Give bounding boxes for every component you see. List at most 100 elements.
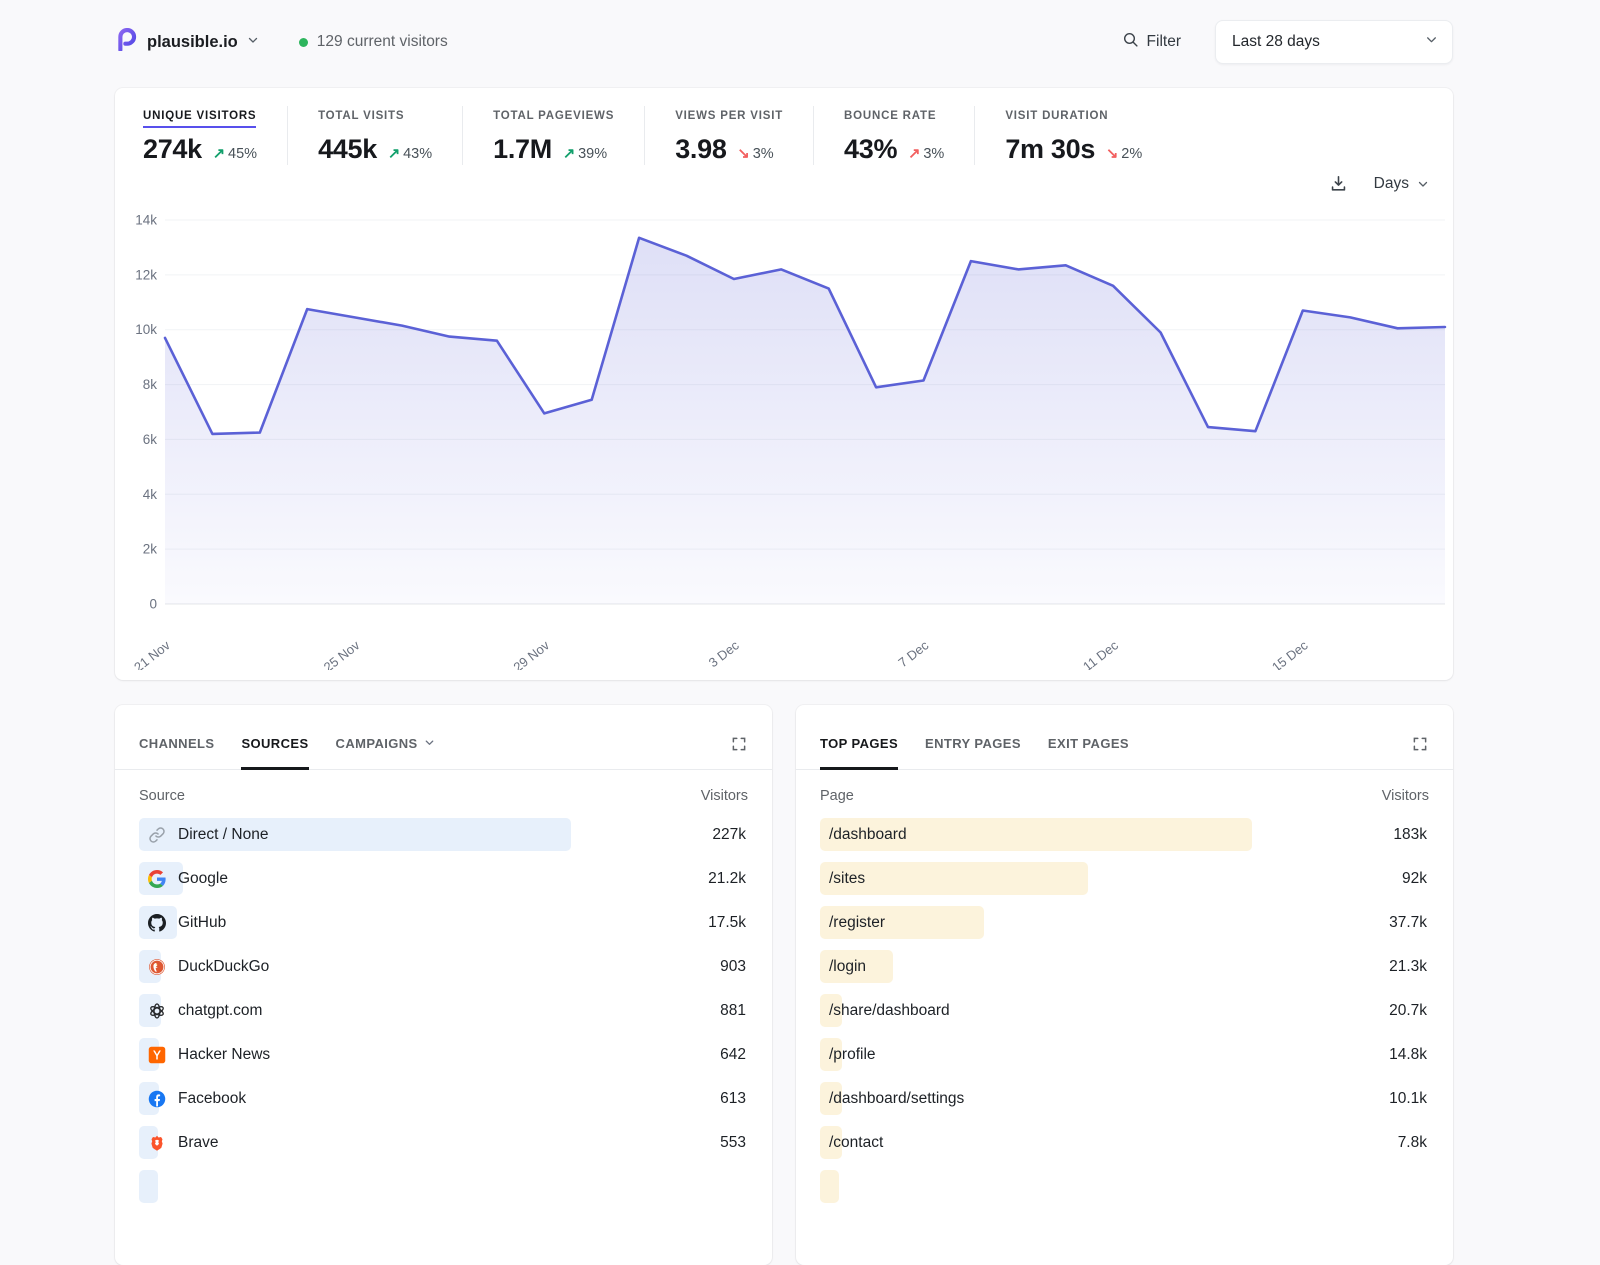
stat-value: 274k <box>143 134 202 165</box>
value-bar <box>139 1170 158 1203</box>
list-row: GitHub 17.5k <box>139 906 748 939</box>
row-label[interactable]: /share/dashboard <box>829 1002 950 1020</box>
row-label[interactable]: /register <box>829 914 885 932</box>
date-range-value: Last 28 days <box>1232 33 1320 51</box>
row-label[interactable]: /contact <box>829 1134 883 1152</box>
row-value: 14.8k <box>1389 1046 1427 1064</box>
expand-icon[interactable] <box>730 735 748 769</box>
list-row: Direct / None 227k <box>139 818 748 851</box>
list-row: /contact 7.8k <box>820 1126 1429 1159</box>
row-value: 37.7k <box>1389 914 1427 932</box>
arrow-up-icon: ↗ <box>213 146 225 162</box>
download-icon[interactable] <box>1329 174 1348 193</box>
row-label[interactable]: DuckDuckGo <box>178 958 269 976</box>
column-visitors: Visitors <box>1382 788 1429 804</box>
tab-campaigns[interactable]: CAMPAIGNS <box>336 736 435 770</box>
tab-channels[interactable]: CHANNELS <box>139 736 214 770</box>
stat-label: VIEWS PER VISIT <box>675 110 783 128</box>
list-row: DuckDuckGo 903 <box>139 950 748 983</box>
current-visitors[interactable]: 129 current visitors <box>299 33 448 51</box>
visitors-card: UNIQUE VISITORS274k↗45%TOTAL VISITS445k↗… <box>115 88 1453 680</box>
chatgpt-icon <box>148 1002 166 1020</box>
list-row: /login21.3k <box>820 950 1429 983</box>
stat-change: ↘3% <box>738 146 774 162</box>
stat-tab-unique-visitors[interactable]: UNIQUE VISITORS274k↗45% <box>143 106 288 165</box>
stat-tab-views-per-visit[interactable]: VIEWS PER VISIT3.98↘3% <box>645 106 814 165</box>
site-name: plausible.io <box>147 33 238 52</box>
list-row: /sites92k <box>820 862 1429 895</box>
site-switcher[interactable]: plausible.io <box>115 28 259 56</box>
stat-value: 445k <box>318 134 377 165</box>
row-label[interactable]: Hacker News <box>178 1046 270 1064</box>
stat-change: ↗39% <box>563 146 607 162</box>
row-label[interactable]: Brave <box>178 1134 219 1152</box>
list-row: Facebook 613 <box>139 1082 748 1115</box>
column-visitors: Visitors <box>701 788 748 804</box>
filter-label: Filter <box>1147 33 1181 51</box>
row-label[interactable]: /sites <box>829 870 865 888</box>
date-range-select[interactable]: Last 28 days <box>1215 20 1453 64</box>
facebook-icon <box>148 1090 166 1108</box>
svg-text:10k: 10k <box>135 322 157 337</box>
current-visitors-label: 129 current visitors <box>317 33 448 51</box>
row-label[interactable]: GitHub <box>178 914 226 932</box>
expand-icon[interactable] <box>1411 735 1429 769</box>
stat-value: 1.7M <box>493 134 552 165</box>
list-row-partial <box>820 1170 1429 1203</box>
stat-tab-bounce-rate[interactable]: BOUNCE RATE43%↗3% <box>814 106 975 165</box>
stat-label: TOTAL VISITS <box>318 110 404 128</box>
svg-text:3 Dec: 3 Dec <box>706 637 742 670</box>
list-row: /register 37.7k <box>820 906 1429 939</box>
tab-entry-pages[interactable]: ENTRY PAGES <box>925 736 1021 770</box>
row-value: 17.5k <box>708 914 746 932</box>
interval-row: Days <box>1329 174 1429 193</box>
pages-tabs: TOP PAGES ENTRY PAGES EXIT PAGES <box>796 705 1453 770</box>
list-row: /dashboard/settings10.1k <box>820 1082 1429 1115</box>
stat-tab-total-pageviews[interactable]: TOTAL PAGEVIEWS 1.7M ↗39% <box>463 106 645 165</box>
stat-tab-total-visits[interactable]: TOTAL VISITS445k↗43% <box>288 106 463 165</box>
row-label[interactable]: /dashboard <box>829 826 907 844</box>
row-value: 227k <box>712 826 746 844</box>
tab-top-pages[interactable]: TOP PAGES <box>820 736 898 770</box>
row-label[interactable]: Facebook <box>178 1090 246 1108</box>
bottom-row: CHANNELSSOURCESCAMPAIGNS Source Visitors… <box>115 705 1453 1265</box>
stat-value: 43% <box>844 134 897 165</box>
tab-exit-pages[interactable]: EXIT PAGES <box>1048 736 1129 770</box>
plausible-logo-icon <box>115 28 138 56</box>
stat-value: 7m 30s <box>1005 134 1095 165</box>
row-value: 613 <box>720 1090 746 1108</box>
live-dot-icon <box>299 38 308 47</box>
stat-label: UNIQUE VISITORS <box>143 110 256 128</box>
sources-tabs: CHANNELS SOURCES CAMPAIGNS <box>115 705 772 770</box>
row-label[interactable]: /dashboard/settings <box>829 1090 964 1108</box>
stat-label: TOTAL PAGEVIEWS <box>493 110 614 128</box>
filter-button[interactable]: Filter <box>1122 31 1181 53</box>
chevron-down-icon <box>424 736 435 751</box>
row-value: 903 <box>720 958 746 976</box>
column-page: Page <box>820 788 854 804</box>
list-row: /profile 14.8k <box>820 1038 1429 1071</box>
row-value: 7.8k <box>1398 1134 1427 1152</box>
arrow-down-icon: ↘ <box>738 146 750 162</box>
svg-text:15 Dec: 15 Dec <box>1269 637 1311 670</box>
svg-text:21 Nov: 21 Nov <box>131 637 173 670</box>
row-value: 881 <box>720 1002 746 1020</box>
row-label[interactable]: Direct / None <box>178 826 268 844</box>
pages-column-headers: Page Visitors <box>820 788 1429 804</box>
dashboard-page: plausible.io 129 current visitors Filter… <box>115 0 1453 1265</box>
row-label[interactable]: chatgpt.com <box>178 1002 262 1020</box>
stat-tab-visit-duration[interactable]: VISIT DURATION7m 30s↘2% <box>975 106 1172 165</box>
duckduckgo-icon <box>148 958 166 976</box>
row-label[interactable]: /login <box>829 958 866 976</box>
list-row: /share/dashboard20.7k <box>820 994 1429 1027</box>
row-label[interactable]: /profile <box>829 1046 876 1064</box>
chevron-down-icon <box>1425 33 1438 51</box>
tab-sources[interactable]: SOURCES <box>241 736 308 770</box>
arrow-up-icon: ↗ <box>563 146 575 162</box>
pages-rows: /dashboard183k/sites92k/register37.7k/lo… <box>820 818 1429 1203</box>
row-label[interactable]: Google <box>178 870 228 888</box>
interval-select[interactable]: Days <box>1374 175 1429 193</box>
sources-rows: Direct / None227kGoogle21.2kGitHub17.5kD… <box>139 818 748 1203</box>
stat-change: ↘2% <box>1106 146 1142 162</box>
svg-text:0: 0 <box>149 597 157 612</box>
